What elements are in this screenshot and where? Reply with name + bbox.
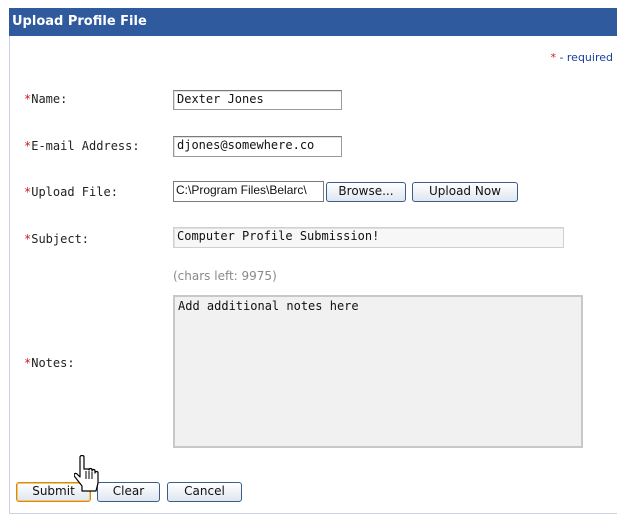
- email-input[interactable]: djones@somewhere.co: [173, 136, 342, 157]
- file-path-input[interactable]: C:\Program Files\Belarc\: [173, 181, 324, 202]
- hand-cursor-icon: [74, 455, 99, 492]
- required-note-text: - required: [559, 51, 613, 64]
- browse-button[interactable]: Browse...: [326, 182, 406, 202]
- required-marker: *: [550, 51, 556, 64]
- name-input[interactable]: Dexter Jones: [173, 90, 342, 110]
- clear-button[interactable]: Clear: [97, 482, 160, 502]
- notes-textarea[interactable]: Add additional notes here: [173, 295, 583, 448]
- upload-now-button[interactable]: Upload Now: [412, 182, 518, 202]
- subject-label: *Subject:: [24, 232, 90, 246]
- notes-label: *Notes:: [24, 356, 75, 370]
- subject-input[interactable]: Computer Profile Submission!: [173, 227, 564, 248]
- cancel-button[interactable]: Cancel: [167, 482, 242, 502]
- chars-left-counter: (chars left: 9975): [173, 269, 277, 283]
- name-label: *Name:: [24, 92, 68, 106]
- upload-label: *Upload File:: [24, 185, 118, 199]
- form-title: Upload Profile File: [9, 8, 617, 36]
- required-note: * - required: [550, 51, 613, 64]
- email-label: *E-mail Address:: [24, 139, 140, 153]
